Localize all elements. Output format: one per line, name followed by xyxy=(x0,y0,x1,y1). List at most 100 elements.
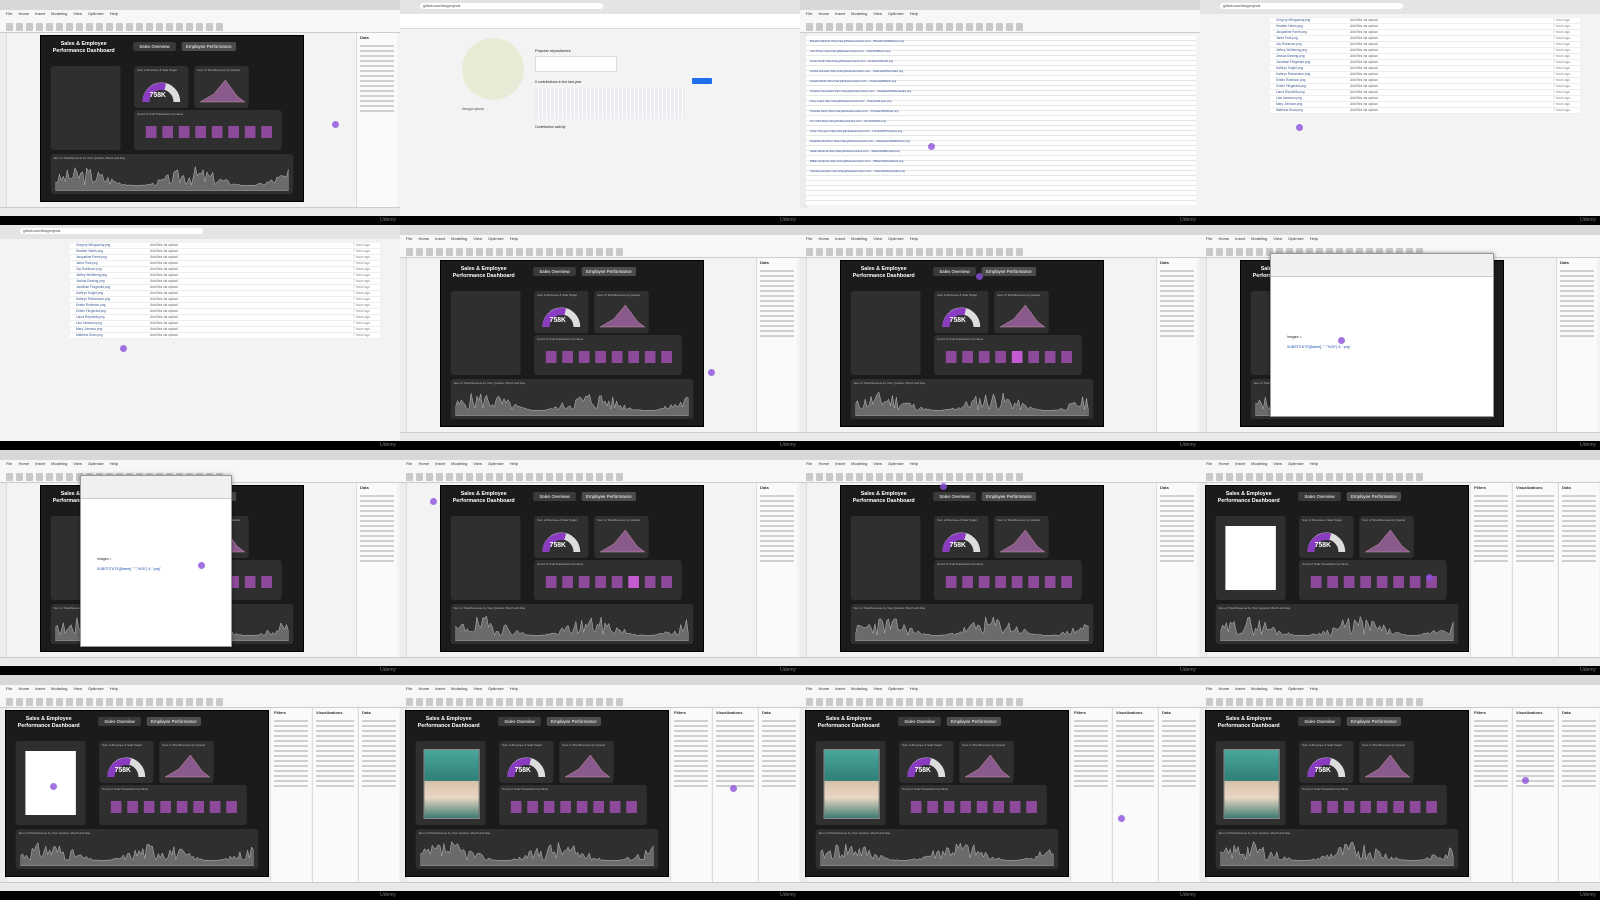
ribbon-icon[interactable] xyxy=(1396,698,1403,706)
ribbon-icon[interactable] xyxy=(56,23,63,31)
pane-field[interactable] xyxy=(760,515,794,517)
pane-field[interactable] xyxy=(760,295,794,297)
ribbon-icon[interactable] xyxy=(1006,473,1013,481)
ribbon-tab[interactable]: Modeling xyxy=(851,686,867,691)
ribbon-icon[interactable] xyxy=(1276,473,1283,481)
file-name[interactable]: Lisa Jameson.png xyxy=(76,321,102,325)
ribbon-tab[interactable]: Optimize xyxy=(88,11,104,16)
ribbon-icon[interactable] xyxy=(1316,698,1323,706)
ribbon-icon[interactable] xyxy=(596,248,603,256)
ribbon-tab[interactable]: File xyxy=(406,236,412,241)
pane-field[interactable] xyxy=(762,740,796,742)
pane-field[interactable] xyxy=(316,780,354,782)
pane-field[interactable] xyxy=(674,765,708,767)
employee-performance-button[interactable]: Employee Performance xyxy=(146,717,202,726)
file-name[interactable]: Kristin Robinson.png xyxy=(76,303,105,307)
ribbon-icon[interactable] xyxy=(436,248,443,256)
pane-field[interactable] xyxy=(760,320,794,322)
ribbon-icon[interactable] xyxy=(956,23,963,31)
ribbon-icon[interactable] xyxy=(936,248,943,256)
pane-field[interactable] xyxy=(362,720,396,722)
transaction-bar-card[interactable]: Count of Total Transaction by Name xyxy=(134,110,282,150)
pane-field[interactable] xyxy=(762,750,796,752)
file-name[interactable]: Lisa Jameson.png xyxy=(1276,96,1302,100)
ribbon-icon[interactable] xyxy=(906,23,913,31)
ribbon-icon[interactable] xyxy=(1016,248,1023,256)
ribbon-tab[interactable]: Optimize xyxy=(1288,236,1304,241)
ribbon-icon[interactable] xyxy=(216,23,223,31)
pane-field[interactable] xyxy=(1160,555,1194,557)
pane-field[interactable] xyxy=(716,740,754,742)
ribbon-tab[interactable]: Insert xyxy=(435,461,445,466)
pane-field[interactable] xyxy=(360,530,394,532)
pane-field[interactable] xyxy=(1474,515,1508,517)
ribbon-tab[interactable]: Modeling xyxy=(451,686,467,691)
ribbon-icon[interactable] xyxy=(1336,473,1343,481)
ribbon-icon[interactable] xyxy=(906,473,913,481)
ribbon-tab[interactable]: Modeling xyxy=(1251,686,1267,691)
pane-field[interactable] xyxy=(1074,770,1108,772)
pane-field[interactable] xyxy=(316,720,354,722)
transaction-bar-card[interactable]: Count of Total Transaction by Name xyxy=(534,335,682,375)
ribbon-icon[interactable] xyxy=(926,473,933,481)
ribbon-icon[interactable] xyxy=(536,473,543,481)
ribbon-icon[interactable] xyxy=(566,473,573,481)
file-name[interactable]: Jacqueline Parrie.png xyxy=(1276,30,1307,34)
pane-field[interactable] xyxy=(360,535,394,537)
pane-field[interactable] xyxy=(716,750,754,752)
employee-photo-card[interactable] xyxy=(50,66,121,150)
ribbon-icon[interactable] xyxy=(856,698,863,706)
ribbon-icon[interactable] xyxy=(886,473,893,481)
employee-performance-button[interactable]: Employee Performance xyxy=(181,42,237,51)
ribbon-tab[interactable]: Modeling xyxy=(1251,236,1267,241)
ribbon-icon[interactable] xyxy=(196,698,203,706)
ribbon-tab[interactable]: Help xyxy=(1310,236,1318,241)
pane-field[interactable] xyxy=(360,65,394,67)
pane-field[interactable] xyxy=(1160,530,1194,532)
ribbon-icon[interactable] xyxy=(496,473,503,481)
revenue-gauge-card[interactable]: Sum of Revenue & Sale Target758K xyxy=(134,66,189,108)
spreadsheet-row[interactable]: Cindy Thompson https://raw.githubusercon… xyxy=(810,130,902,133)
ribbon-icon[interactable] xyxy=(946,23,953,31)
ribbon-tab[interactable]: Modeling xyxy=(51,461,67,466)
pane-field[interactable] xyxy=(760,540,794,542)
pane-field[interactable] xyxy=(762,770,796,772)
pane-field[interactable] xyxy=(1562,765,1596,767)
pane-field[interactable] xyxy=(1562,520,1596,522)
pane-field[interactable] xyxy=(1516,735,1554,737)
ribbon-icon[interactable] xyxy=(1376,698,1383,706)
ribbon-icon[interactable] xyxy=(1286,698,1293,706)
ribbon-tab[interactable]: Help xyxy=(510,236,518,241)
sales-overview-button[interactable]: Sales Overview xyxy=(533,267,576,276)
pane-field[interactable] xyxy=(1162,750,1196,752)
ribbon-icon[interactable] xyxy=(996,473,1003,481)
pane-field[interactable] xyxy=(1474,510,1508,512)
ribbon-tab[interactable]: Home xyxy=(1218,236,1229,241)
ribbon-tab[interactable]: Home xyxy=(418,686,429,691)
pane-field[interactable] xyxy=(716,745,754,747)
ribbon-icon[interactable] xyxy=(136,698,143,706)
ribbon-icon[interactable] xyxy=(536,248,543,256)
pane-field[interactable] xyxy=(360,70,394,72)
ribbon-icon[interactable] xyxy=(466,698,473,706)
pane-field[interactable] xyxy=(1160,315,1194,317)
pane-field[interactable] xyxy=(716,755,754,757)
spreadsheet-row[interactable]: Yolanda Gonzalez https://raw.githubuserc… xyxy=(810,170,905,173)
pane-field[interactable] xyxy=(674,755,708,757)
pane-field[interactable] xyxy=(1160,310,1194,312)
pane-field[interactable] xyxy=(1074,735,1108,737)
spreadsheet-row[interactable]: Brandon Martinez https://raw.githubuserc… xyxy=(810,40,904,43)
ribbon-icon[interactable] xyxy=(166,698,173,706)
pane-field[interactable] xyxy=(360,80,394,82)
pane-field[interactable] xyxy=(1562,550,1596,552)
ribbon-icon[interactable] xyxy=(856,23,863,31)
pane-field[interactable] xyxy=(1116,750,1154,752)
ribbon-icon[interactable] xyxy=(436,473,443,481)
ribbon-icon[interactable] xyxy=(846,248,853,256)
employee-photo-card[interactable] xyxy=(850,291,921,375)
ribbon-icon[interactable] xyxy=(1396,473,1403,481)
ribbon-icon[interactable] xyxy=(1206,473,1213,481)
pane-field[interactable] xyxy=(760,530,794,532)
ribbon-icon[interactable] xyxy=(216,698,223,706)
quarter-area-card[interactable]: Sum of Total Revenue by Quarter xyxy=(194,66,249,108)
